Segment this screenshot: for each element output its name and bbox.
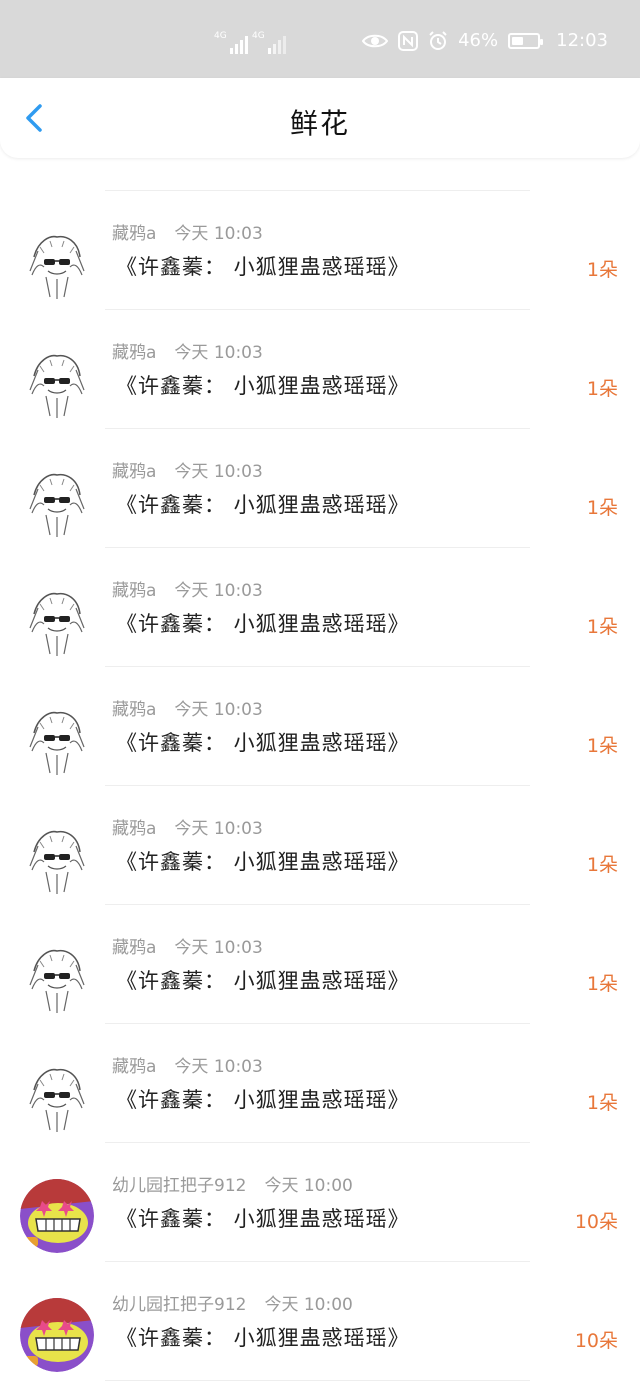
battery-percent: 46%	[458, 30, 499, 51]
battery-icon	[508, 32, 544, 49]
eye-icon	[362, 33, 389, 49]
flower-count: 1朵	[586, 616, 618, 638]
status-time: 12:03	[556, 30, 608, 51]
list-item[interactable]: 幼儿园扛把子912 今天 10:00 《许鑫蓁： 小狐狸蛊惑瑶瑶》 10朵	[0, 1143, 640, 1262]
list-item[interactable]: 藏鸦a 今天 10:03 《许鑫蓁： 小狐狸蛊惑瑶瑶》 1朵	[0, 667, 640, 786]
divider	[105, 1380, 530, 1381]
flower-count: 10朵	[574, 1211, 618, 1233]
cartoon-avatar-icon	[20, 1298, 94, 1372]
username[interactable]: 藏鸦a	[112, 1057, 156, 1077]
timestamp: 今天 10:03	[174, 938, 263, 958]
work-title: 《许鑫蓁： 小狐狸蛊惑瑶瑶》	[116, 1326, 410, 1350]
avatar[interactable]	[20, 822, 94, 896]
avatar[interactable]	[20, 1179, 94, 1253]
sketch-avatar-icon	[20, 346, 94, 420]
work-title: 《许鑫蓁： 小狐狸蛊惑瑶瑶》	[116, 731, 410, 755]
work-title: 《许鑫蓁： 小狐狸蛊惑瑶瑶》	[116, 1207, 410, 1231]
timestamp: 今天 10:03	[174, 581, 263, 601]
work-title: 《许鑫蓁： 小狐狸蛊惑瑶瑶》	[116, 1088, 410, 1112]
list-item-partial	[105, 158, 530, 191]
username[interactable]: 藏鸦a	[112, 343, 156, 363]
list-item[interactable]: 藏鸦a 今天 10:03 《许鑫蓁： 小狐狸蛊惑瑶瑶》 1朵	[0, 429, 640, 548]
work-title: 《许鑫蓁： 小狐狸蛊惑瑶瑶》	[116, 969, 410, 993]
avatar[interactable]	[20, 584, 94, 658]
username[interactable]: 藏鸦a	[112, 938, 156, 958]
work-title: 《许鑫蓁： 小狐狸蛊惑瑶瑶》	[116, 493, 410, 517]
list-item[interactable]: 幼儿园扛把子912 今天 10:00 《许鑫蓁： 小狐狸蛊惑瑶瑶》 10朵	[0, 1262, 640, 1381]
status-bar: 4G 4G 46% 12:03	[0, 0, 640, 78]
username[interactable]: 幼儿园扛把子912	[112, 1295, 246, 1315]
work-title: 《许鑫蓁： 小狐狸蛊惑瑶瑶》	[116, 612, 410, 636]
flower-count: 1朵	[586, 1092, 618, 1114]
flower-count: 1朵	[586, 854, 618, 876]
page-title: 鲜花	[289, 107, 350, 140]
timestamp: 今天 10:03	[174, 819, 263, 839]
list-item[interactable]: 藏鸦a 今天 10:03 《许鑫蓁： 小狐狸蛊惑瑶瑶》 1朵	[0, 905, 640, 1024]
timestamp: 今天 10:00	[264, 1176, 353, 1196]
list-item[interactable]: 藏鸦a 今天 10:03 《许鑫蓁： 小狐狸蛊惑瑶瑶》 1朵	[0, 191, 640, 310]
avatar[interactable]	[20, 703, 94, 777]
flower-count: 1朵	[586, 497, 618, 519]
work-title: 《许鑫蓁： 小狐狸蛊惑瑶瑶》	[116, 850, 410, 874]
signal-2-icon: 4G	[252, 32, 286, 54]
avatar[interactable]	[20, 1060, 94, 1134]
avatar[interactable]	[20, 941, 94, 1015]
timestamp: 今天 10:03	[174, 224, 263, 244]
sketch-avatar-icon	[20, 584, 94, 658]
timestamp: 今天 10:03	[174, 462, 263, 482]
flower-count: 1朵	[586, 378, 618, 400]
username[interactable]: 藏鸦a	[112, 462, 156, 482]
nfc-icon	[398, 30, 419, 51]
timestamp: 今天 10:03	[174, 1057, 263, 1077]
sketch-avatar-icon	[20, 1060, 94, 1134]
signal-1-tag: 4G	[214, 31, 227, 41]
list-item[interactable]: 藏鸦a 今天 10:03 《许鑫蓁： 小狐狸蛊惑瑶瑶》 1朵	[0, 548, 640, 667]
list-item[interactable]: 藏鸦a 今天 10:03 《许鑫蓁： 小狐狸蛊惑瑶瑶》 1朵	[0, 310, 640, 429]
work-title: 《许鑫蓁： 小狐狸蛊惑瑶瑶》	[116, 374, 410, 398]
avatar[interactable]	[20, 465, 94, 539]
sketch-avatar-icon	[20, 941, 94, 1015]
cartoon-avatar-icon	[20, 1179, 94, 1253]
sketch-avatar-icon	[20, 822, 94, 896]
flower-count: 1朵	[586, 973, 618, 995]
avatar[interactable]	[20, 1298, 94, 1372]
avatar[interactable]	[20, 227, 94, 301]
timestamp: 今天 10:03	[174, 343, 263, 363]
sketch-avatar-icon	[20, 227, 94, 301]
sketch-avatar-icon	[20, 703, 94, 777]
list-item[interactable]: 藏鸦a 今天 10:03 《许鑫蓁： 小狐狸蛊惑瑶瑶》 1朵	[0, 1024, 640, 1143]
username[interactable]: 藏鸦a	[112, 819, 156, 839]
work-title: 《许鑫蓁： 小狐狸蛊惑瑶瑶》	[116, 255, 410, 279]
timestamp: 今天 10:03	[174, 700, 263, 720]
signal-2-tag: 4G	[252, 31, 265, 41]
username[interactable]: 藏鸦a	[112, 700, 156, 720]
flower-count: 1朵	[586, 259, 618, 281]
username[interactable]: 藏鸦a	[112, 581, 156, 601]
list-item[interactable]: 藏鸦a 今天 10:03 《许鑫蓁： 小狐狸蛊惑瑶瑶》 1朵	[0, 786, 640, 905]
navigation-header: 鲜花	[0, 78, 640, 158]
avatar[interactable]	[20, 346, 94, 420]
flower-list: 藏鸦a 今天 10:03 《许鑫蓁： 小狐狸蛊惑瑶瑶》 1朵 藏鸦a 今天 10:0…	[0, 158, 640, 1381]
timestamp: 今天 10:00	[264, 1295, 353, 1315]
username[interactable]: 藏鸦a	[112, 224, 156, 244]
flower-count: 10朵	[574, 1330, 618, 1352]
alarm-icon	[428, 30, 448, 51]
flower-count: 1朵	[586, 735, 618, 757]
sketch-avatar-icon	[20, 465, 94, 539]
username[interactable]: 幼儿园扛把子912	[112, 1176, 246, 1196]
signal-1-icon: 4G	[214, 32, 248, 54]
